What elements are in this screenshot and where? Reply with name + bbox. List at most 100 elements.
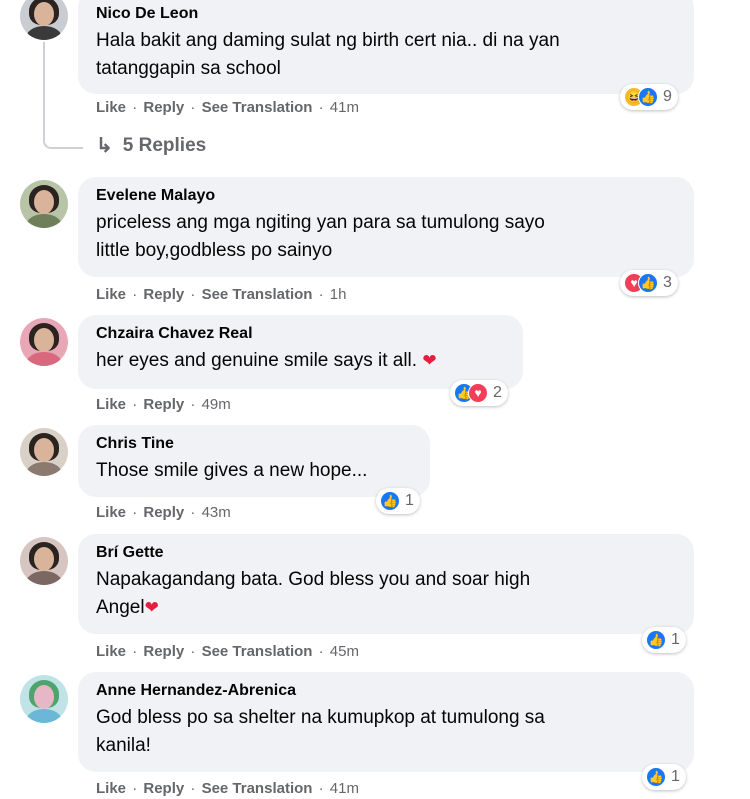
reaction-summary[interactable]: 👍 1 <box>376 488 420 514</box>
comment-line: Napakagandang bata. God bless you and so… <box>96 569 531 590</box>
commenter-name[interactable]: Chris Tine <box>96 434 412 454</box>
comment-line: Angel <box>96 597 145 618</box>
comment-bubble: Anne Hernandez-Abrenica God bless po sa … <box>78 672 694 772</box>
reply-button[interactable]: Reply <box>143 99 184 116</box>
like-button[interactable]: Like <box>96 504 126 521</box>
reaction-count: 1 <box>671 768 680 785</box>
timestamp[interactable]: 41m <box>330 780 359 797</box>
see-translation-button[interactable]: See Translation <box>202 643 313 660</box>
comment-actions: Like · Reply · See Translation · 1h <box>96 285 346 305</box>
reply-button[interactable]: Reply <box>143 504 184 521</box>
reaction-count: 9 <box>663 88 672 105</box>
like-button[interactable]: Like <box>96 780 126 797</box>
comment-line: little boy,godbless po sainyo <box>96 240 333 261</box>
love-reaction-icon: ♥ <box>468 383 488 403</box>
separator: · <box>190 504 196 521</box>
comment-actions: Like · Reply · See Translation · 41m <box>96 98 359 118</box>
like-button[interactable]: Like <box>96 286 126 303</box>
like-button[interactable]: Like <box>96 643 126 660</box>
reply-button[interactable]: Reply <box>143 643 184 660</box>
like-button[interactable]: Like <box>96 99 126 116</box>
separator: · <box>190 780 196 797</box>
comment-actions: Like · Reply · See Translation · 45m <box>96 642 359 662</box>
comment-line: her eyes and genuine smile says it all. <box>96 350 418 371</box>
reaction-summary[interactable]: 😆 👍 9 <box>620 84 678 110</box>
comment-line: kanila! <box>96 735 151 756</box>
comment-bubble: Nico De Leon Hala bakit ang daming sulat… <box>78 0 694 94</box>
reply-arrow-icon: ↳ <box>96 135 113 157</box>
thread-line <box>43 42 83 149</box>
like-reaction-icon: 👍 <box>638 87 658 107</box>
avatar[interactable] <box>20 318 68 366</box>
avatar[interactable] <box>20 180 68 228</box>
comment-bubble: Brí Gette Napakagandang bata. God bless … <box>78 534 694 634</box>
separator: · <box>132 396 138 413</box>
separator: · <box>132 643 138 660</box>
separator: · <box>132 286 138 303</box>
reaction-count: 1 <box>405 492 414 509</box>
view-replies-button[interactable]: ↳ 5 Replies <box>96 133 206 159</box>
separator: · <box>190 643 196 660</box>
comment-actions: Like · Reply · 43m <box>96 503 231 523</box>
avatar[interactable] <box>20 675 68 723</box>
like-reaction-icon: 👍 <box>638 273 658 293</box>
replies-label: 5 Replies <box>122 135 207 156</box>
comment-actions: Like · Reply · See Translation · 41m <box>96 779 359 799</box>
separator: · <box>318 286 324 303</box>
reply-button[interactable]: Reply <box>143 396 184 413</box>
reaction-count: 1 <box>671 631 680 648</box>
comment-bubble: Evelene Malayo priceless ang mga ngiting… <box>78 177 694 277</box>
commenter-name[interactable]: Chzaira Chavez Real <box>96 324 505 344</box>
timestamp[interactable]: 43m <box>202 504 231 521</box>
comment-text: Hala bakit ang daming sulat ng birth cer… <box>96 27 676 83</box>
reply-button[interactable]: Reply <box>143 286 184 303</box>
commenter-name[interactable]: Evelene Malayo <box>96 186 676 206</box>
reaction-summary[interactable]: ♥ 👍 3 <box>620 270 678 296</box>
like-button[interactable]: Like <box>96 396 126 413</box>
comment-text: her eyes and genuine smile says it all. … <box>96 347 505 375</box>
heart-emoji-icon: ❤ <box>144 598 159 617</box>
comment-line: Hala bakit ang daming sulat ng birth cer… <box>96 30 560 51</box>
reaction-count: 2 <box>493 384 502 401</box>
comment-text: Napakagandang bata. God bless you and so… <box>96 566 676 622</box>
like-reaction-icon: 👍 <box>646 630 666 650</box>
comment-bubble: Chris Tine Those smile gives a new hope.… <box>78 425 430 497</box>
comment-text: God bless po sa shelter na kumupkop at t… <box>96 704 676 760</box>
separator: · <box>318 780 324 797</box>
comment-text: priceless ang mga ngiting yan para sa tu… <box>96 209 676 265</box>
timestamp[interactable]: 49m <box>202 396 231 413</box>
separator: · <box>132 504 138 521</box>
comment-line: God bless po sa shelter na kumupkop at t… <box>96 707 545 728</box>
avatar[interactable] <box>20 537 68 585</box>
separator: · <box>190 396 196 413</box>
comment-line: Those smile gives a new hope... <box>96 460 368 481</box>
separator: · <box>190 99 196 116</box>
comment-text: Those smile gives a new hope... <box>96 457 412 485</box>
like-reaction-icon: 👍 <box>380 491 400 511</box>
separator: · <box>318 99 324 116</box>
see-translation-button[interactable]: See Translation <box>202 99 313 116</box>
reaction-summary[interactable]: 👍 1 <box>642 627 686 653</box>
commenter-name[interactable]: Anne Hernandez-Abrenica <box>96 681 676 701</box>
timestamp[interactable]: 41m <box>330 99 359 116</box>
see-translation-button[interactable]: See Translation <box>202 286 313 303</box>
see-translation-button[interactable]: See Translation <box>202 780 313 797</box>
avatar[interactable] <box>20 428 68 476</box>
comment-actions: Like · Reply · 49m <box>96 395 231 415</box>
comment-bubble: Chzaira Chavez Real her eyes and genuine… <box>78 315 523 389</box>
reaction-summary[interactable]: 👍 1 <box>642 764 686 790</box>
reaction-summary[interactable]: 👍 ♥ 2 <box>450 380 508 406</box>
commenter-name[interactable]: Brí Gette <box>96 543 676 563</box>
timestamp[interactable]: 1h <box>330 286 347 303</box>
avatar[interactable] <box>20 0 68 40</box>
reaction-count: 3 <box>663 274 672 291</box>
heart-emoji-icon: ❤ <box>422 351 437 370</box>
separator: · <box>190 286 196 303</box>
reply-button[interactable]: Reply <box>143 780 184 797</box>
commenter-name[interactable]: Nico De Leon <box>96 4 676 24</box>
separator: · <box>132 780 138 797</box>
separator: · <box>132 99 138 116</box>
separator: · <box>318 643 324 660</box>
timestamp[interactable]: 45m <box>330 643 359 660</box>
comment-line: priceless ang mga ngiting yan para sa tu… <box>96 212 545 233</box>
